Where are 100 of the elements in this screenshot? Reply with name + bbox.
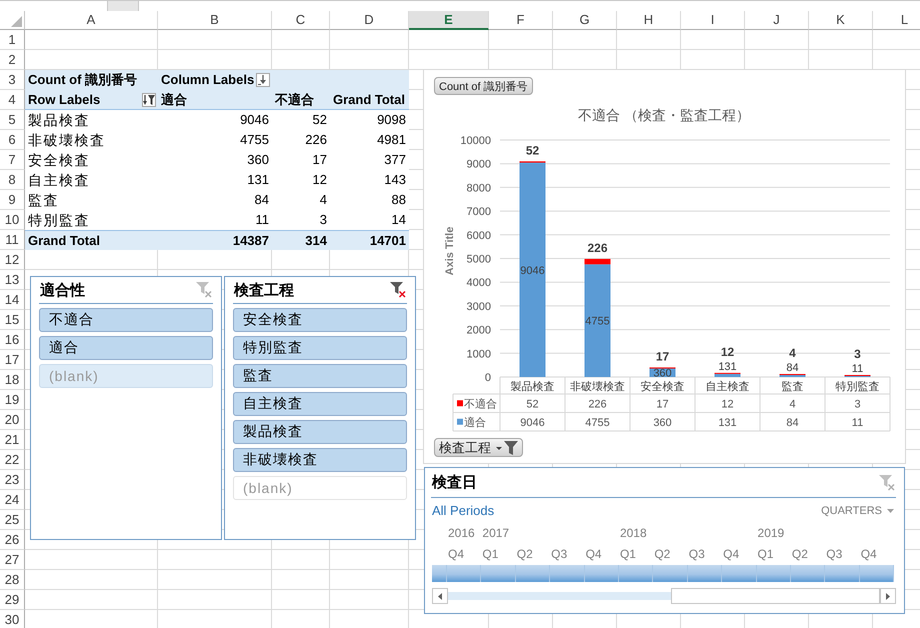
row-header[interactable]: 29: [0, 590, 25, 610]
row-header[interactable]: 17: [0, 350, 25, 370]
row-header[interactable]: 13: [0, 270, 25, 290]
category-label: 非破壊検査: [570, 381, 625, 393]
category-label: 特別監査: [836, 381, 880, 393]
period-cell[interactable]: [653, 565, 688, 582]
axis-field-button[interactable]: 検査工程: [434, 438, 523, 457]
column-header[interactable]: A: [25, 11, 158, 30]
row-header[interactable]: 11: [0, 230, 25, 250]
row-header[interactable]: 10: [0, 210, 25, 230]
row-header[interactable]: 7: [0, 150, 25, 170]
sort-filter-button[interactable]: [142, 92, 156, 106]
period-cell[interactable]: [825, 565, 860, 582]
row-label: 監査: [25, 190, 158, 210]
row-header[interactable]: 26: [0, 530, 25, 550]
column-header[interactable]: D: [330, 11, 409, 30]
row-header[interactable]: 27: [0, 550, 25, 570]
time-level-dropdown[interactable]: QUARTERS: [821, 504, 896, 516]
filter-dropdown-icon: [496, 440, 518, 454]
column-header[interactable]: K: [809, 11, 873, 30]
table-value: 4755: [585, 416, 610, 429]
period-cell[interactable]: [432, 565, 447, 582]
slicer-title: 検査工程: [234, 280, 294, 300]
slicer-title: 適合性: [40, 280, 85, 300]
value-field-button[interactable]: Count of 識別番号: [434, 77, 533, 95]
value-field-label: Count of 識別番号: [25, 70, 158, 90]
row-header[interactable]: 16: [0, 330, 25, 350]
period-cell[interactable]: [516, 565, 550, 582]
row-header[interactable]: 8: [0, 170, 25, 190]
scrollbar-thumb[interactable]: [671, 588, 880, 604]
row-header[interactable]: 6: [0, 130, 25, 150]
count-value: 52: [272, 110, 330, 130]
data-label: 84: [786, 362, 799, 374]
slicer-item[interactable]: 特別監査: [233, 336, 407, 360]
row-header[interactable]: 25: [0, 510, 25, 530]
slicer-item[interactable]: 適合: [39, 336, 213, 360]
row-header[interactable]: 19: [0, 390, 25, 410]
table-value: 17: [656, 398, 669, 410]
row-header[interactable]: 22: [0, 450, 25, 470]
column-header[interactable]: F: [489, 11, 553, 30]
period-cell[interactable]: [756, 565, 791, 582]
y-axis-label: 3000: [466, 300, 491, 313]
column-heading: 不適合: [272, 90, 330, 110]
column-heading: 適合: [158, 90, 272, 110]
row-header[interactable]: 24: [0, 490, 25, 510]
row-header[interactable]: 15: [0, 310, 25, 330]
y-axis-label: 7000: [466, 206, 491, 218]
quarter-label: Q1: [481, 546, 500, 563]
slicer-item[interactable]: 不適合: [39, 308, 213, 332]
column-header[interactable]: B: [158, 11, 272, 30]
scroll-left-button[interactable]: [432, 588, 448, 604]
row-header[interactable]: 14: [0, 290, 25, 310]
row-header[interactable]: 21: [0, 430, 25, 450]
row-header[interactable]: 12: [0, 250, 25, 270]
y-axis-label: 2000: [466, 324, 491, 337]
row-header[interactable]: 3: [0, 70, 25, 90]
row-header[interactable]: 5: [0, 110, 25, 130]
count-value: 4: [272, 190, 330, 210]
quarter-label: Q4: [860, 546, 878, 563]
row-labels-text: Row Labels: [28, 91, 100, 109]
clear-filter-icon[interactable]: [390, 282, 406, 298]
filter-dropdown-button[interactable]: [256, 73, 270, 87]
row-header[interactable]: 4: [0, 90, 25, 110]
row-header[interactable]: 2: [0, 50, 25, 70]
column-header[interactable]: G: [553, 11, 617, 30]
select-all-icon[interactable]: [11, 16, 22, 27]
column-header[interactable]: C: [272, 11, 330, 30]
series-name: 不適合: [464, 398, 497, 410]
period-cell[interactable]: [481, 565, 516, 582]
row-header[interactable]: 9: [0, 190, 25, 210]
column-header[interactable]: J: [745, 11, 809, 30]
period-cell[interactable]: [550, 565, 585, 582]
row-header[interactable]: 1: [0, 30, 25, 50]
quarter-label: Q4: [447, 546, 466, 563]
row-header[interactable]: 18: [0, 370, 25, 390]
slicer-item[interactable]: 非破壊検査: [233, 448, 407, 472]
slicer-item[interactable]: 自主検査: [233, 392, 407, 416]
table-value: 360: [653, 416, 672, 429]
slicer-item[interactable]: 製品検査: [233, 420, 407, 444]
period-cell[interactable]: [584, 565, 619, 582]
column-labels-text: Column Labels: [161, 71, 254, 89]
period-cell[interactable]: [860, 565, 894, 582]
column-header[interactable]: H: [617, 11, 681, 30]
period-cell[interactable]: [688, 565, 722, 582]
slicer-item[interactable]: 監査: [233, 364, 407, 388]
period-cell[interactable]: [722, 565, 757, 582]
row-header[interactable]: 20: [0, 410, 25, 430]
row-header[interactable]: 28: [0, 570, 25, 590]
column-header[interactable]: E: [409, 11, 489, 30]
name-box[interactable]: [0, 1, 108, 11]
column-header[interactable]: I: [681, 11, 745, 30]
row-header[interactable]: 23: [0, 470, 25, 490]
period-cell[interactable]: [618, 565, 654, 582]
left-arrow-icon: [438, 592, 442, 600]
period-cell[interactable]: [447, 565, 482, 582]
period-cell[interactable]: [790, 565, 826, 582]
slicer-item[interactable]: 安全検査: [233, 308, 407, 332]
formula-bar[interactable]: [138, 1, 920, 11]
scroll-right-button[interactable]: [880, 588, 896, 604]
table-value: 84: [786, 416, 799, 429]
